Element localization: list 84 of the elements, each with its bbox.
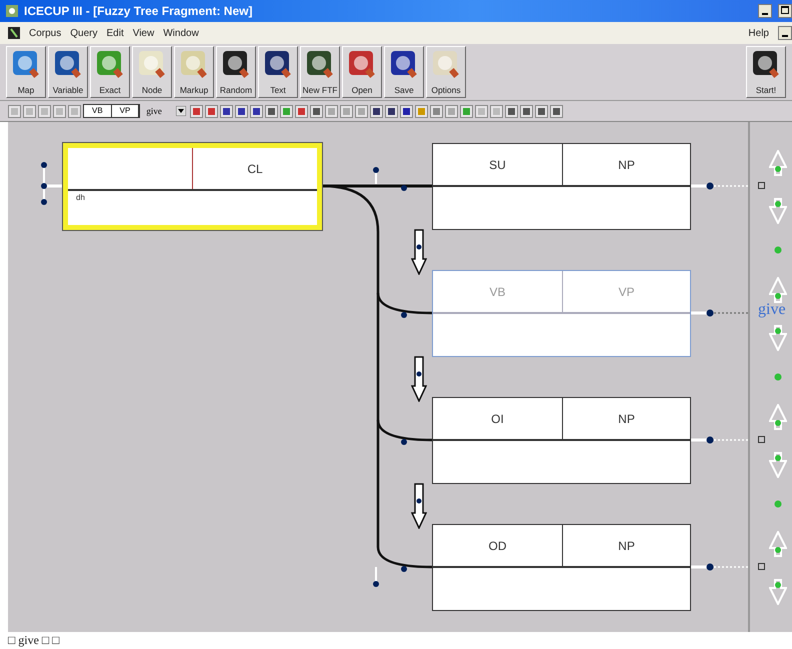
tree-node[interactable]: SU NP [432, 143, 691, 230]
app-icon [6, 5, 18, 17]
menu-item[interactable]: Help [748, 28, 769, 38]
minimize-button[interactable] [758, 4, 772, 18]
function-label: OD [433, 525, 563, 566]
menu-item[interactable]: Window [163, 28, 199, 38]
tool-icon[interactable] [294, 104, 308, 118]
word-dropdown[interactable]: give [142, 104, 188, 118]
start-button[interactable]: Start! [746, 46, 786, 98]
dot-icon [774, 500, 782, 508]
tree-node[interactable]: OI NP [432, 397, 691, 484]
toolbar-icon [305, 49, 335, 79]
minimize-button[interactable] [778, 26, 792, 40]
menu-item[interactable]: Corpus [29, 28, 62, 38]
toolbar-icon [95, 49, 125, 79]
toolbar-icon [221, 49, 251, 79]
window-title: ICECUP III - [Fuzzy Tree Fragment: New] [24, 4, 254, 18]
tool-icon[interactable] [204, 104, 218, 118]
tool-icon[interactable] [234, 104, 248, 118]
menu-item[interactable]: Query [70, 28, 98, 38]
arrow-up-icon[interactable] [769, 150, 787, 176]
toolbar-button[interactable]: Open [342, 46, 382, 98]
link-square-icon [758, 563, 765, 570]
toolbar-button[interactable]: New FTF [300, 46, 340, 98]
node-note: dh [75, 192, 86, 204]
arrow-down-icon[interactable] [769, 325, 787, 351]
toolbar-button[interactable]: Save [384, 46, 424, 98]
dot-icon [774, 246, 782, 254]
toolbar-icon [389, 49, 419, 79]
caret-icon [176, 106, 186, 116]
tool-icon[interactable] [550, 104, 563, 118]
function-label: OI [433, 398, 563, 439]
toolbar-button[interactable]: Markup [174, 46, 214, 98]
category-label: NP [617, 157, 636, 174]
toolbar-button[interactable]: Exact [90, 46, 130, 98]
lexical-word: give [758, 301, 786, 319]
toolbar-icon [751, 49, 781, 79]
document-icon [8, 27, 20, 39]
menu-item[interactable]: Edit [106, 28, 124, 38]
function-label: VB [433, 271, 563, 312]
tool-icon[interactable] [504, 104, 518, 118]
tool-icon[interactable] [264, 104, 278, 118]
toolbar-button[interactable]: Node [132, 46, 172, 98]
arrow-down-icon[interactable] [769, 579, 787, 605]
dot-icon [774, 373, 782, 381]
arrow-down-icon[interactable] [769, 452, 787, 478]
category-label: NP [617, 538, 636, 555]
toolbar-button[interactable]: Random [216, 46, 256, 98]
arrow-up-icon[interactable] [769, 404, 787, 430]
tool-icon[interactable] [520, 104, 533, 118]
link-square-icon [758, 436, 765, 443]
tree-node[interactable]: CL dh [63, 143, 322, 230]
toolbar-button[interactable]: Options [426, 46, 466, 98]
tool-icon[interactable] [310, 104, 323, 118]
tool-icon[interactable] [384, 104, 398, 118]
tool-icon[interactable] [220, 104, 233, 118]
toolbar-button[interactable]: Text [258, 46, 298, 98]
arrow-up-icon[interactable] [769, 277, 787, 303]
arrow-down-icon[interactable] [769, 198, 787, 224]
toolbar-icon [431, 49, 461, 79]
restore-button[interactable] [778, 4, 792, 18]
category-label: NP [617, 411, 636, 428]
tool-icon[interactable] [400, 104, 413, 118]
toolbar-button[interactable]: Variable [48, 46, 88, 98]
toolbar-icon [11, 49, 41, 79]
tree-node[interactable]: OD NP [432, 524, 691, 611]
pattern-field[interactable]: VB VP [83, 104, 140, 118]
status-text: □ give □ □ [8, 633, 60, 648]
toolbar-icon [137, 49, 167, 79]
toolbar-button[interactable]: Map [6, 46, 46, 98]
tool-icon[interactable] [534, 104, 548, 118]
link-square-icon [758, 182, 765, 189]
toolbar-icon [263, 49, 293, 79]
tool-icon[interactable] [370, 104, 383, 118]
function-label: SU [433, 144, 563, 185]
tool-icon[interactable] [250, 104, 263, 118]
category-label: CL [246, 161, 264, 178]
tool-icon[interactable] [190, 104, 203, 118]
menu-item[interactable]: View [132, 28, 154, 38]
category-label: VP [617, 284, 636, 301]
toolbar-icon [347, 49, 377, 79]
toolbar-icon [179, 49, 209, 79]
arrow-up-icon[interactable] [769, 531, 787, 557]
toolbar-icon [53, 49, 83, 79]
